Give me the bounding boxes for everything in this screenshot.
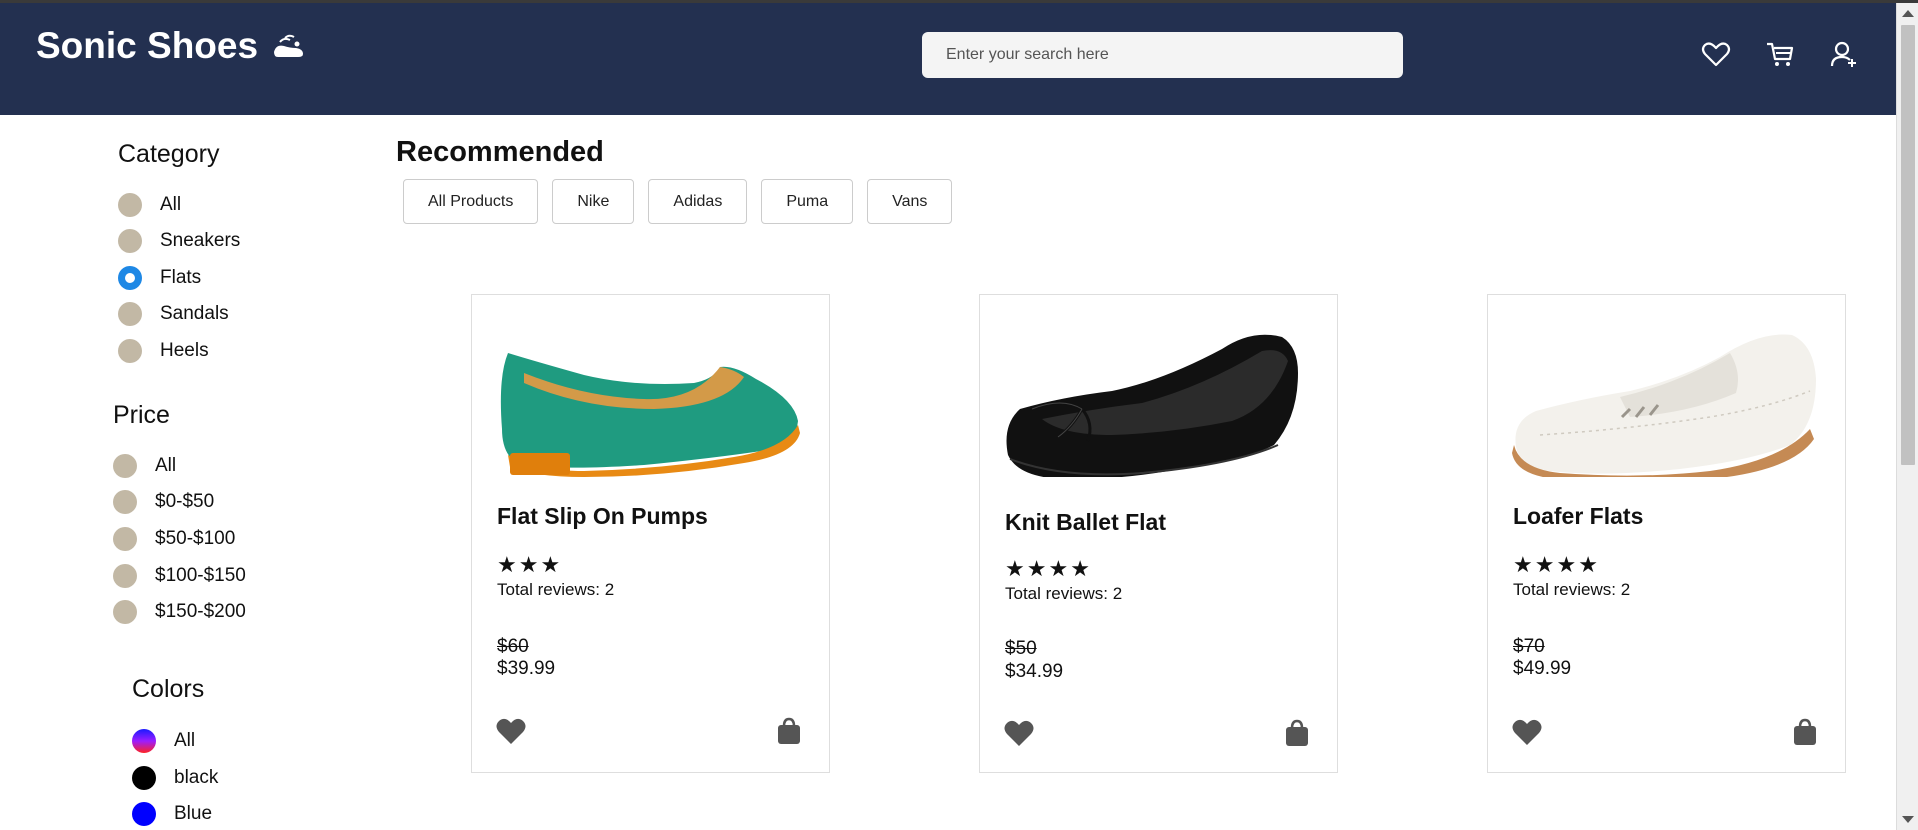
product-name[interactable]: Knit Ballet Flat xyxy=(1005,509,1166,536)
option-label: $50-$100 xyxy=(155,528,236,549)
sale-price: $49.99 xyxy=(1513,658,1572,679)
option-label: $150-$200 xyxy=(155,601,246,622)
star-icon: ★ xyxy=(1070,556,1090,581)
add-to-bag-icon[interactable] xyxy=(776,717,802,745)
category-option-flats[interactable]: Flats xyxy=(118,263,201,293)
color-swatch-black[interactable] xyxy=(132,766,156,790)
star-icon: ★ xyxy=(1005,556,1025,581)
option-label: Heels xyxy=(160,340,209,361)
radio-button[interactable] xyxy=(113,454,137,478)
star-icon: ★ xyxy=(497,552,517,577)
cart-icon[interactable] xyxy=(1765,39,1795,69)
product-name[interactable]: Loafer Flats xyxy=(1513,503,1643,530)
page-scrollbar[interactable] xyxy=(1896,3,1918,830)
option-label: All xyxy=(155,455,177,476)
color-option-blue[interactable]: Blue xyxy=(132,799,212,829)
option-label: Sneakers xyxy=(160,230,241,251)
shoe-logo-icon xyxy=(270,31,306,61)
option-label: Sandals xyxy=(160,303,229,324)
star-icon: ★ xyxy=(1026,556,1047,581)
radio-button-checked[interactable] xyxy=(118,266,142,290)
total-reviews: Total reviews: 2 xyxy=(1513,580,1631,599)
sale-price: $34.99 xyxy=(1005,661,1064,682)
filter-adidas-button[interactable]: Adidas xyxy=(648,179,748,224)
color-swatch-blue[interactable] xyxy=(132,802,156,826)
colors-title: Colors xyxy=(132,675,205,703)
wishlist-heart-icon[interactable] xyxy=(1511,717,1543,747)
scroll-up-arrow-icon[interactable] xyxy=(1902,10,1914,17)
option-label: All xyxy=(160,194,182,215)
radio-button[interactable] xyxy=(118,339,142,363)
star-icon: ★ xyxy=(540,552,561,577)
color-option-all[interactable]: All xyxy=(132,726,195,756)
recommended-title: Recommended xyxy=(396,136,604,168)
brand-name: Sonic Shoes xyxy=(36,25,259,66)
scroll-thumb[interactable] xyxy=(1901,25,1915,465)
star-icon: ★ xyxy=(1513,552,1533,577)
radio-button[interactable] xyxy=(113,527,137,551)
product-card[interactable]: Flat Slip On Pumps ★ ★ ★ Total reviews: 2 … xyxy=(471,294,830,773)
add-to-bag-icon[interactable] xyxy=(1792,718,1818,746)
price-option-150-200[interactable]: $150-$200 xyxy=(113,597,246,627)
user-add-icon[interactable] xyxy=(1829,39,1859,69)
star-icon: ★ xyxy=(1534,552,1555,577)
price-option-all[interactable]: All xyxy=(113,451,176,481)
radio-button[interactable] xyxy=(113,490,137,514)
original-price: $70 xyxy=(1513,636,1545,657)
product-card[interactable]: Knit Ballet Flat ★ ★ ★ ★ Total reviews: 2 $… xyxy=(979,294,1338,773)
original-price: $50 xyxy=(1005,638,1037,659)
filter-nike-button[interactable]: Nike xyxy=(552,179,635,224)
star-icon: ★ xyxy=(518,552,539,577)
black-leather-ballet-flat-image[interactable] xyxy=(1002,317,1314,477)
total-reviews: Total reviews: 2 xyxy=(497,580,615,599)
header: Sonic Shoes xyxy=(0,3,1896,115)
price-option-50-100[interactable]: $50-$100 xyxy=(113,524,235,554)
price-option-0-50[interactable]: $0-$50 xyxy=(113,487,214,517)
option-label: $0-$50 xyxy=(155,491,215,512)
option-label: black xyxy=(174,767,219,788)
green-suede-flat-image[interactable] xyxy=(494,317,806,477)
white-loafer-image[interactable] xyxy=(1510,317,1822,477)
price-title: Price xyxy=(113,401,170,429)
price-option-100-150[interactable]: $100-$150 xyxy=(113,561,246,591)
radio-button[interactable] xyxy=(118,302,142,326)
filter-all-products-button[interactable]: All Products xyxy=(403,179,539,224)
original-price: $60 xyxy=(497,636,529,657)
category-title: Category xyxy=(118,140,220,168)
product-card[interactable]: Loafer Flats ★ ★ ★ ★ Total reviews: 2 $70 $… xyxy=(1487,294,1846,773)
option-label: Blue xyxy=(174,803,213,824)
total-reviews: Total reviews: 2 xyxy=(1005,584,1123,603)
product-name[interactable]: Flat Slip On Pumps xyxy=(497,503,708,530)
category-option-sandals[interactable]: Sandals xyxy=(118,299,229,329)
radio-button[interactable] xyxy=(113,600,137,624)
wishlist-heart-icon[interactable] xyxy=(495,716,527,746)
option-label: All xyxy=(174,730,196,751)
radio-button[interactable] xyxy=(118,229,142,253)
star-icon: ★ xyxy=(1048,556,1069,581)
filter-puma-button[interactable]: Puma xyxy=(761,179,854,224)
brand-filter-bar: All Products Nike Adidas Puma Vans xyxy=(403,179,953,224)
color-option-black[interactable]: black xyxy=(132,763,218,793)
star-icon: ★ xyxy=(1556,552,1577,577)
option-label: Flats xyxy=(160,267,202,288)
category-option-all[interactable]: All xyxy=(118,190,181,220)
star-icon: ★ xyxy=(1578,552,1598,577)
sale-price: $39.99 xyxy=(497,658,556,679)
color-swatch-gradient[interactable] xyxy=(132,729,156,753)
heart-icon[interactable] xyxy=(1701,39,1731,69)
category-option-sneakers[interactable]: Sneakers xyxy=(118,226,240,256)
add-to-bag-icon[interactable] xyxy=(1284,719,1310,747)
search-input[interactable] xyxy=(922,32,1403,78)
filter-vans-button[interactable]: Vans xyxy=(867,179,953,224)
star-rating: ★ ★ ★ ★ xyxy=(1513,554,1598,576)
brand[interactable]: Sonic Shoes xyxy=(36,25,306,67)
option-label: $100-$150 xyxy=(155,565,246,586)
star-rating: ★ ★ ★ xyxy=(497,554,560,576)
category-option-heels[interactable]: Heels xyxy=(118,336,209,366)
star-rating: ★ ★ ★ ★ xyxy=(1005,558,1090,580)
radio-button[interactable] xyxy=(118,193,142,217)
radio-button[interactable] xyxy=(113,564,137,588)
scroll-down-arrow-icon[interactable] xyxy=(1902,816,1914,823)
wishlist-heart-icon[interactable] xyxy=(1003,718,1035,748)
